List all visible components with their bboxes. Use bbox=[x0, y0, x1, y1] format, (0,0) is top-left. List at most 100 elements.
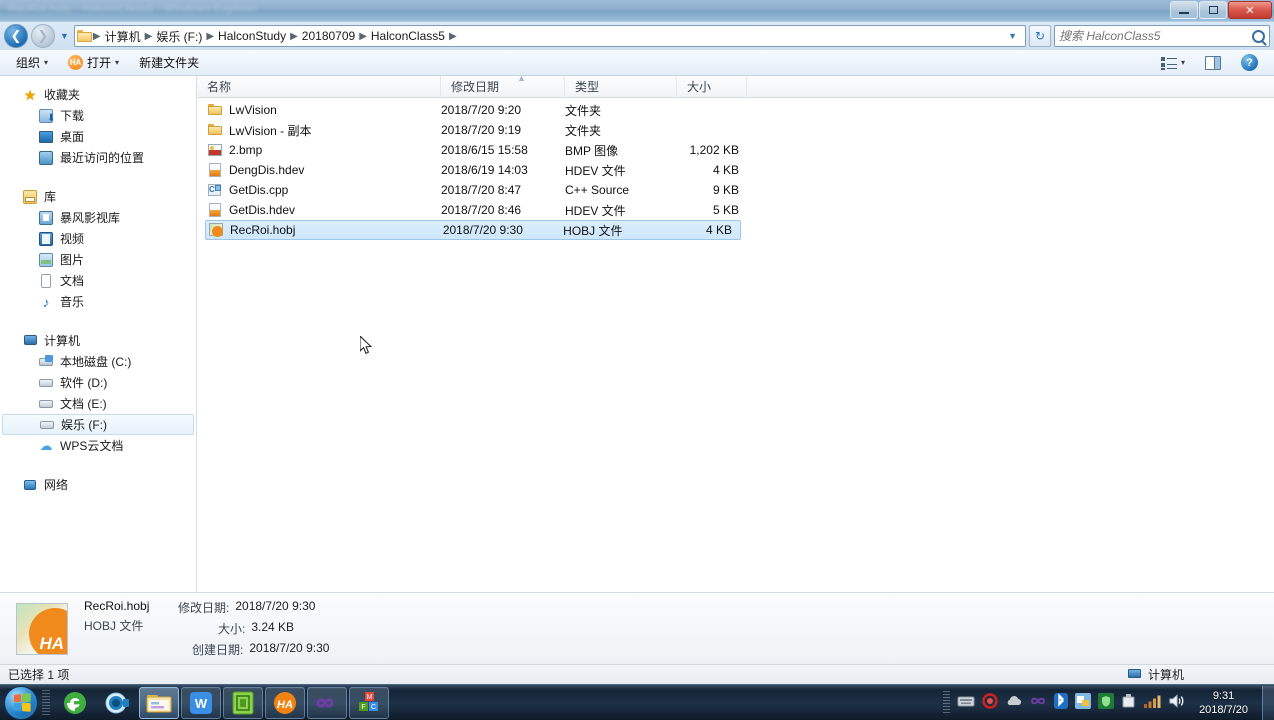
new-folder-label: 新建文件夹 bbox=[139, 56, 200, 70]
address-dropdown-icon[interactable]: ▼ bbox=[1002, 31, 1023, 41]
table-row[interactable]: GetDis.hdev 2018/7/20 8:46 HDEV 文件 5 KB bbox=[197, 200, 1274, 220]
sidebar-item-videos[interactable]: 视频 bbox=[0, 228, 196, 249]
sidebar-item-favorites[interactable]: ★ 收藏夹 bbox=[0, 84, 196, 105]
column-header-date[interactable]: 修改日期 bbox=[441, 76, 565, 98]
search-input[interactable] bbox=[1059, 29, 1252, 43]
halcon-icon[interactable]: HA bbox=[265, 686, 305, 719]
change-view-button[interactable]: ▾ bbox=[1153, 53, 1193, 73]
breadcrumb-computer[interactable]: 计算机 bbox=[102, 26, 144, 47]
svg-text:W: W bbox=[195, 696, 208, 711]
cloud-sync-icon[interactable] bbox=[1005, 695, 1022, 711]
sidebar-item-drive-f[interactable]: 娱乐 (F:) bbox=[2, 414, 194, 435]
new-folder-button[interactable]: 新建文件夹 bbox=[131, 51, 207, 74]
organize-button[interactable]: 组织 ▾ bbox=[8, 51, 56, 74]
usb-eject-icon[interactable] bbox=[1121, 693, 1136, 712]
maximize-button[interactable] bbox=[1199, 1, 1227, 19]
table-row[interactable]: C GetDis.cpp 2018/7/20 8:47 C++ Source 9… bbox=[197, 180, 1274, 200]
bluetooth-icon[interactable] bbox=[1054, 693, 1069, 712]
sidebar-item-label: 娱乐 (F:) bbox=[61, 418, 107, 432]
drive-icon bbox=[38, 375, 54, 391]
table-row[interactable]: LwVision - 副本 2018/7/20 9:19 文件夹 bbox=[197, 120, 1274, 140]
sidebar-item-pictures[interactable]: 图片 bbox=[0, 249, 196, 270]
file-size: 4 KB bbox=[705, 223, 732, 237]
breadcrumb-20180709[interactable]: 20180709 bbox=[299, 27, 358, 45]
wps-writer-icon[interactable]: W bbox=[181, 686, 221, 719]
file-name: RecRoi.hobj bbox=[230, 223, 296, 237]
details-size-label: 大小: bbox=[218, 622, 246, 636]
camera-app-icon[interactable] bbox=[97, 687, 137, 719]
table-row[interactable]: RecRoi.hobj 2018/7/20 9:30 HOBJ 文件 4 KB bbox=[205, 220, 741, 240]
folder-icon bbox=[207, 102, 223, 118]
shield-icon[interactable] bbox=[1098, 693, 1115, 712]
sidebar-item-label: 软件 (D:) bbox=[60, 376, 108, 390]
network-icon bbox=[22, 477, 38, 493]
show-desktop-button[interactable] bbox=[1262, 685, 1274, 720]
column-header-name[interactable]: 名称 bbox=[197, 76, 441, 98]
sidebar-item-drive-c[interactable]: 本地磁盘 (C:) bbox=[0, 351, 196, 372]
sidebar-item-desktop[interactable]: 桌面 bbox=[0, 126, 196, 147]
sidebar-item-wps-cloud[interactable]: ☁ WPS云文档 bbox=[0, 435, 196, 456]
visual-studio-icon[interactable] bbox=[307, 686, 347, 719]
open-button[interactable]: HA 打开 ▾ bbox=[60, 51, 127, 74]
address-bar[interactable]: ▶ 计算机 ▶ 娱乐 (F:) ▶ HalconStudy ▶ 20180709… bbox=[73, 25, 1026, 47]
sidebar-item-baofeng-library[interactable]: 暴风影视库 bbox=[0, 207, 196, 228]
refresh-button[interactable]: ↻ bbox=[1029, 25, 1051, 47]
green-app-icon[interactable] bbox=[223, 686, 263, 719]
table-row[interactable]: 2.bmp 2018/6/15 15:58 BMP 图像 1,202 KB bbox=[197, 140, 1274, 160]
sidebar-item-label: WPS云文档 bbox=[60, 439, 124, 453]
sidebar-item-label: 网络 bbox=[44, 478, 69, 492]
sidebar-item-drive-d[interactable]: 软件 (D:) bbox=[0, 372, 196, 393]
browser-360-icon[interactable] bbox=[55, 687, 95, 719]
infinity-icon[interactable] bbox=[1029, 695, 1047, 710]
details-modified-value: 2018/7/20 9:30 bbox=[235, 599, 316, 613]
sidebar-item-label: 计算机 bbox=[44, 334, 81, 348]
taskbar: W HA M F C 9:31 2018/7/20 bbox=[0, 684, 1274, 720]
search-box[interactable] bbox=[1054, 25, 1270, 47]
sidebar-item-drive-e[interactable]: 文档 (E:) bbox=[0, 393, 196, 414]
sidebar-item-recent-places[interactable]: 最近访问的位置 bbox=[0, 147, 196, 168]
chevron-down-icon: ▾ bbox=[115, 58, 120, 67]
signal-icon[interactable] bbox=[1143, 694, 1161, 711]
breadcrumb-drive-f[interactable]: 娱乐 (F:) bbox=[153, 26, 205, 47]
sidebar-item-libraries[interactable]: 库 bbox=[0, 186, 196, 207]
sidebar-item-documents[interactable]: 文档 bbox=[0, 270, 196, 291]
history-dropdown-icon[interactable]: ▼ bbox=[58, 31, 71, 41]
back-button[interactable]: ❮ bbox=[4, 24, 28, 48]
tray-grip[interactable] bbox=[943, 690, 951, 715]
sidebar-item-downloads[interactable]: ⬇ 下载 bbox=[0, 105, 196, 126]
start-button[interactable] bbox=[4, 685, 38, 720]
network-manager-icon[interactable] bbox=[1075, 693, 1092, 712]
sidebar-item-network[interactable]: 网络 bbox=[0, 474, 196, 495]
computer-icon bbox=[1127, 668, 1143, 682]
minimize-button[interactable] bbox=[1170, 1, 1198, 19]
halcon-icon: HA bbox=[68, 55, 84, 70]
file-name: DengDis.hdev bbox=[229, 163, 305, 177]
volume-icon[interactable] bbox=[1168, 693, 1186, 712]
close-button[interactable]: ✕ bbox=[1228, 1, 1272, 19]
keyboard-input-icon[interactable] bbox=[957, 695, 975, 711]
breadcrumb-halconclass5[interactable]: HalconClass5 bbox=[368, 27, 448, 45]
help-button[interactable]: ? bbox=[1233, 51, 1266, 74]
column-header-size[interactable]: 大小 bbox=[677, 76, 747, 98]
table-row[interactable]: LwVision 2018/7/20 9:20 文件夹 bbox=[197, 100, 1274, 120]
taskbar-clock[interactable]: 9:31 2018/7/20 bbox=[1193, 689, 1254, 717]
file-date: 2018/6/19 14:03 bbox=[441, 163, 528, 177]
nav-group-computer: 计算机 本地磁盘 (C:) 软件 (D:) 文档 (E:) 娱乐 (F:) ☁ … bbox=[0, 330, 196, 456]
preview-pane-button[interactable] bbox=[1197, 53, 1229, 73]
table-row[interactable]: DengDis.hdev 2018/6/19 14:03 HDEV 文件 4 K… bbox=[197, 160, 1274, 180]
windows-explorer-icon[interactable] bbox=[139, 686, 179, 719]
clock-date: 2018/7/20 bbox=[1199, 703, 1248, 716]
forward-button[interactable]: ❯ bbox=[31, 24, 55, 48]
thumbnail-label: HA bbox=[39, 633, 64, 653]
column-header-type[interactable]: 类型 bbox=[565, 76, 677, 98]
videos-icon bbox=[38, 231, 54, 247]
taskbar-grip[interactable] bbox=[42, 689, 50, 716]
breadcrumb-halconstudy[interactable]: HalconStudy bbox=[215, 27, 289, 45]
drive-icon bbox=[38, 396, 54, 412]
sidebar-item-music[interactable]: ♪ 音乐 bbox=[0, 291, 196, 312]
status-bar: 已选择 1 项 计算机 bbox=[0, 664, 1274, 684]
sidebar-item-computer[interactable]: 计算机 bbox=[0, 330, 196, 351]
office-tools-icon[interactable]: M F C bbox=[349, 686, 389, 719]
file-name: GetDis.cpp bbox=[229, 183, 289, 197]
recording-icon[interactable] bbox=[982, 693, 998, 712]
